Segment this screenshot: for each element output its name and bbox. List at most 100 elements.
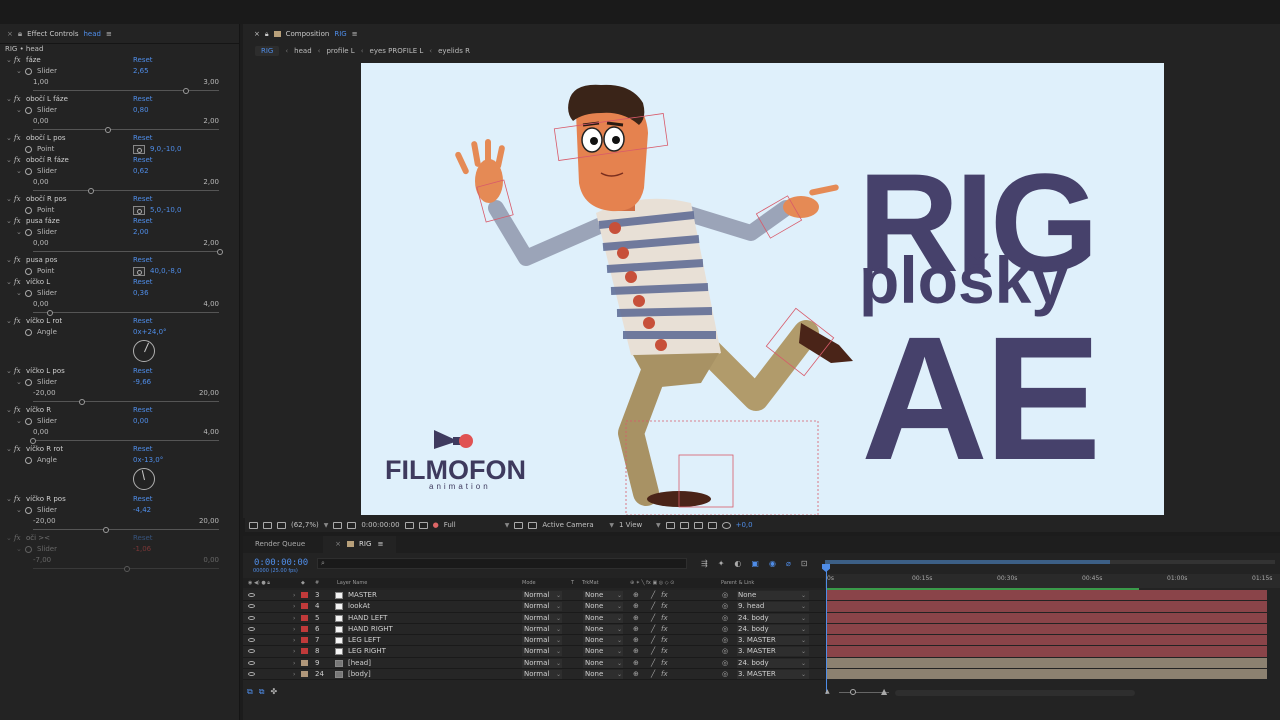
twirl-down-icon[interactable]: ⌄ — [16, 166, 22, 177]
effect-reset-link[interactable]: Reset — [133, 55, 153, 66]
layer-name[interactable]: LEG LEFT — [348, 635, 380, 646]
param-value[interactable]: 9,0,-10,0 — [150, 144, 181, 155]
graph-editor-icon[interactable]: ⌀ — [786, 559, 791, 568]
fx-icon[interactable]: fx — [14, 533, 21, 544]
fx-icon[interactable]: fx — [14, 316, 21, 327]
stopwatch-icon[interactable] — [25, 418, 32, 425]
collapse-switch-icon[interactable]: ⊕ — [633, 669, 639, 680]
effect-header[interactable]: ⌄ fx oči >< Reset — [0, 533, 239, 544]
fx-icon[interactable]: fx — [14, 277, 21, 288]
effect-reset-link[interactable]: Reset — [133, 155, 153, 166]
chevron-right-icon[interactable]: › — [293, 590, 295, 601]
timeline-icon[interactable] — [693, 521, 703, 529]
chevron-down-icon[interactable]: ⌄ — [801, 669, 806, 680]
chevron-down-icon[interactable]: ▼ — [609, 522, 614, 529]
pickwhip-icon[interactable]: ◎ — [722, 613, 728, 624]
transfer-controls-toggle-icon[interactable]: ⧉ — [259, 687, 265, 697]
chevron-right-icon[interactable]: › — [293, 624, 295, 635]
fx-icon[interactable]: fx — [14, 255, 21, 266]
twirl-down-icon[interactable]: ⌄ — [6, 194, 12, 205]
slider-knob[interactable] — [123, 566, 130, 572]
chevron-down-icon[interactable]: ⌄ — [556, 646, 561, 657]
lock-icon[interactable]: 🔒︎ — [265, 30, 269, 39]
layer-parent-select[interactable]: 24. body — [737, 613, 809, 623]
layer-duration-bar[interactable] — [827, 657, 1267, 669]
exposure-value[interactable]: +0,0 — [736, 521, 753, 529]
param-value[interactable]: -1,06 — [133, 544, 151, 555]
zoom-out-icon[interactable]: ▲ — [825, 688, 830, 695]
color-channels-icon[interactable]: ● — [433, 521, 439, 529]
close-icon[interactable]: × — [7, 30, 13, 38]
layer-parent-select[interactable]: 3. MASTER — [737, 670, 809, 680]
twirl-down-icon[interactable]: ⌄ — [6, 155, 12, 166]
param-value[interactable]: -4,42 — [133, 505, 151, 516]
tab-render-queue[interactable]: Render Queue — [243, 536, 317, 553]
zoom-slider-knob[interactable] — [850, 689, 856, 695]
twirl-down-icon[interactable]: ⌄ — [16, 288, 22, 299]
composition-viewer[interactable]: RIG plošky AE FILMOFON animation — [361, 63, 1164, 515]
breadcrumb-item[interactable]: head — [294, 47, 311, 55]
point-target-icon[interactable] — [133, 206, 145, 215]
effect-reset-link[interactable]: Reset — [133, 444, 153, 455]
param-value[interactable]: 0,80 — [133, 105, 149, 116]
eye-icon[interactable] — [248, 672, 255, 677]
quality-switch-icon[interactable]: ╱ — [651, 613, 655, 624]
effect-reset-link[interactable]: Reset — [133, 277, 153, 288]
effect-controls-tab[interactable]: × 🔒︎ Effect Controls head ≡ — [0, 24, 239, 44]
collapse-switch-icon[interactable]: ⊕ — [633, 635, 639, 646]
draft-3d-icon[interactable]: ✦ — [718, 559, 725, 568]
col-layer-name[interactable]: Layer Name — [337, 578, 367, 588]
stopwatch-icon[interactable] — [25, 168, 32, 175]
mask-icon[interactable] — [347, 521, 357, 529]
chevron-down-icon[interactable]: ▼ — [505, 522, 510, 529]
effect-header[interactable]: ⌄ fx obočí R pos Reset — [0, 194, 239, 205]
layer-parent-select[interactable]: 3. MASTER — [737, 636, 809, 646]
effect-header[interactable]: ⌄ fx víčko L rot Reset — [0, 316, 239, 327]
chevron-down-icon[interactable]: ⌄ — [556, 669, 561, 680]
param-value[interactable]: 0x+24,0° — [133, 327, 167, 338]
chevron-right-icon[interactable]: › — [293, 635, 295, 646]
fx-icon[interactable]: fx — [14, 133, 21, 144]
param-value[interactable]: -9,66 — [133, 377, 151, 388]
chevron-down-icon[interactable]: ⌄ — [617, 658, 622, 669]
breadcrumb-item[interactable]: profile L — [326, 47, 354, 55]
chevron-down-icon[interactable]: ⌄ — [617, 601, 622, 612]
lock-icon[interactable]: 🔒︎ — [18, 29, 22, 39]
effect-header[interactable]: ⌄ fx pusa fáze Reset — [0, 216, 239, 227]
layer-name[interactable]: HAND LEFT — [348, 613, 387, 624]
fast-previews-icon[interactable] — [679, 521, 689, 529]
breadcrumb-item[interactable]: eyes PROFILE L — [370, 47, 424, 55]
current-time-indicator[interactable] — [826, 564, 827, 694]
pickwhip-icon[interactable]: ◎ — [722, 624, 728, 635]
effect-reset-link[interactable]: Reset — [133, 533, 153, 544]
comp-mini-flowchart-icon[interactable]: ⇶ — [701, 559, 708, 568]
layer-duration-bar[interactable] — [827, 669, 1267, 680]
collapse-switch-icon[interactable]: ⊕ — [633, 613, 639, 624]
layer-duration-bar[interactable] — [827, 590, 1267, 601]
chevron-down-icon[interactable]: ⌄ — [801, 601, 806, 612]
layer-row[interactable]: › 9 [head] Normal ⌄ None ⌄ ⊕ ╱ fx ◎ 24. body ⌄ — [243, 657, 825, 670]
panel-menu-icon[interactable]: ≡ — [378, 540, 384, 548]
chevron-down-icon[interactable]: ⌄ — [801, 613, 806, 624]
quality-switch-icon[interactable]: ╱ — [651, 624, 655, 635]
layer-duration-bar[interactable] — [827, 623, 1267, 635]
layer-row[interactable]: › 4 lookAt Normal ⌄ None ⌄ ⊕ ╱ fx ◎ 9. head ⌄ — [243, 601, 825, 613]
collapse-switch-icon[interactable]: ⊕ — [633, 646, 639, 657]
fx-icon[interactable]: fx — [14, 444, 21, 455]
chevron-down-icon[interactable]: ⌄ — [801, 646, 806, 657]
work-area-bar[interactable] — [825, 560, 1275, 564]
fx-icon[interactable]: fx — [14, 216, 21, 227]
pickwhip-icon[interactable]: ◎ — [722, 635, 728, 646]
col-trkmat[interactable]: TrkMat — [582, 578, 599, 588]
effect-reset-link[interactable]: Reset — [133, 133, 153, 144]
angle-dial[interactable] — [0, 338, 239, 366]
layer-row[interactable]: › 7 LEG LEFT Normal ⌄ None ⌄ ⊕ ╱ fx ◎ 3. MASTER ⌄ — [243, 635, 825, 647]
param-value[interactable]: 0x-13,0° — [133, 455, 163, 466]
param-value[interactable]: 0,00 — [133, 416, 149, 427]
effect-header[interactable]: ⌄ fx obočí R fáze Reset — [0, 155, 239, 166]
collapse-switch-icon[interactable]: ⊕ — [633, 590, 639, 601]
label-color-swatch[interactable] — [301, 671, 308, 678]
pickwhip-icon[interactable]: ◎ — [722, 590, 728, 601]
eye-icon[interactable] — [248, 638, 255, 643]
timeline-zoom-bar[interactable]: ▲ ▲ — [825, 687, 1280, 698]
